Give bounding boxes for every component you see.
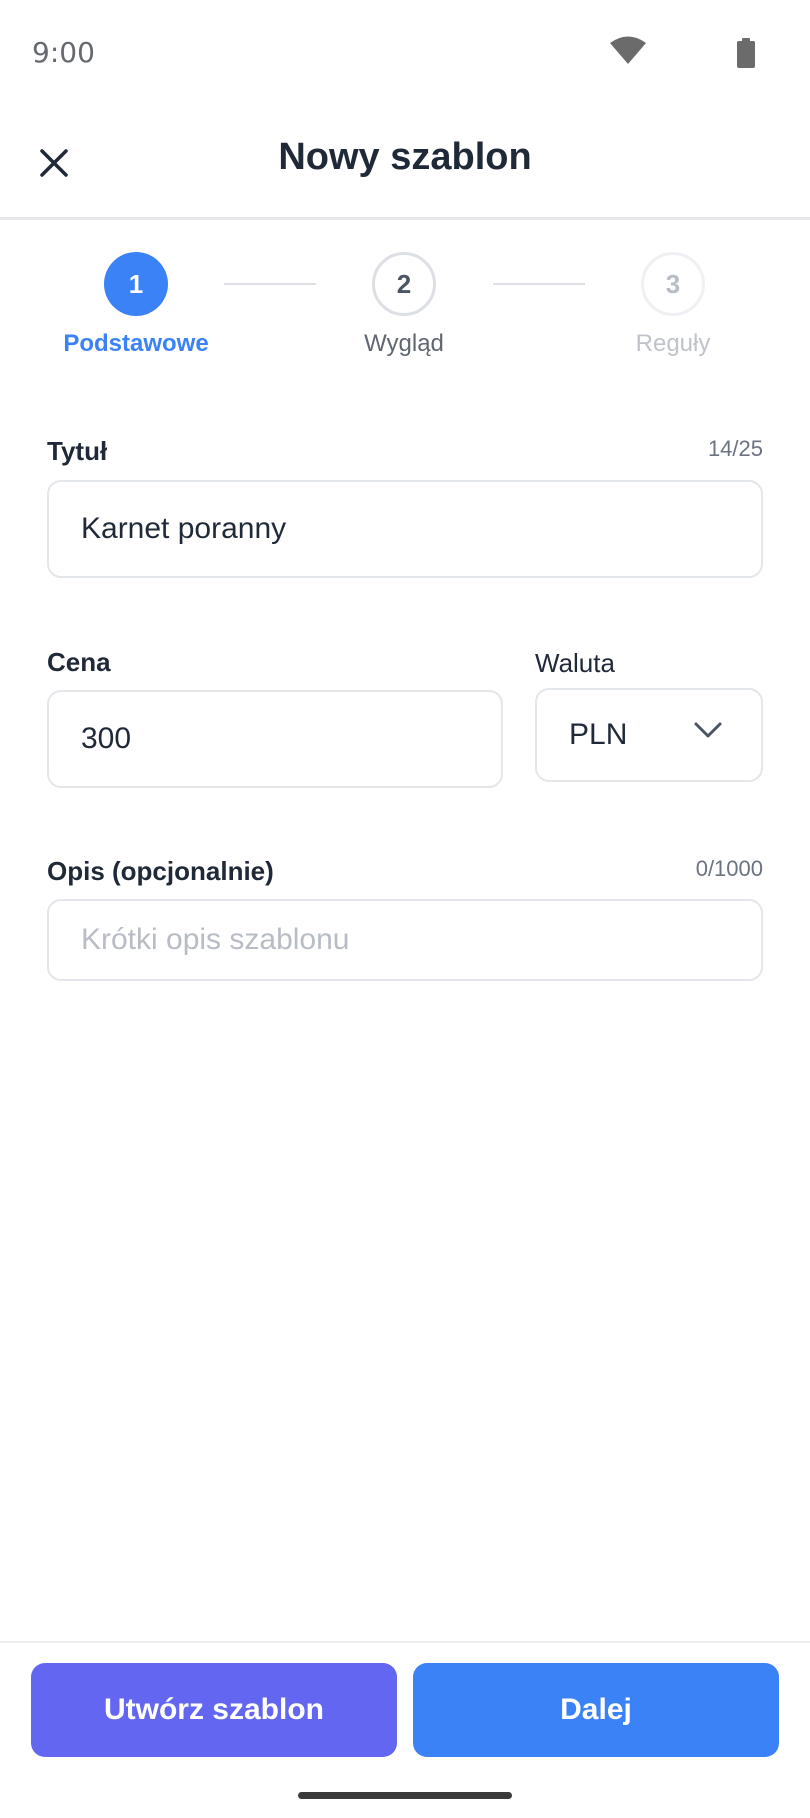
home-indicator[interactable] [298,1792,512,1799]
step-appearance[interactable]: 2 Wygląd [324,252,484,358]
step-basic[interactable]: 1 Podstawowe [56,252,216,358]
status-time: 9:00 [32,36,95,69]
price-input[interactable]: 300 [47,690,503,788]
currency-value: PLN [569,718,628,751]
header: Nowy szablon [0,104,810,220]
step-number: 3 [641,252,705,316]
description-label: Opis (opcjonalnie) [47,856,274,886]
price-label: Cena [47,647,111,677]
next-button[interactable]: Dalej [413,1663,779,1757]
title-counter: 14/25 [707,436,763,461]
title-label: Tytuł [47,436,108,466]
title-input-value: Karnet poranny [81,512,287,545]
description-placeholder: Krótki opis szablonu [81,923,350,956]
battery-icon [737,38,755,68]
description-counter: 0/1000 [695,856,763,881]
step-label: Wygląd [364,330,444,357]
step-connector [493,283,585,285]
step-label: Reguły [635,330,711,357]
step-label: Podstawowe [63,330,209,357]
stepper: 1 Podstawowe 2 Wygląd 3 Reguły [0,220,810,360]
currency-label: Waluta [535,648,615,678]
description-input[interactable]: Krótki opis szablonu [47,899,763,981]
currency-select[interactable]: PLN [535,688,763,782]
step-connector [224,283,316,285]
title-input[interactable]: Karnet poranny [47,480,763,578]
chevron-down-icon [694,722,722,738]
step-rules: 3 Reguły [593,252,753,358]
status-bar: 9:00 [0,0,810,104]
step-number: 2 [372,252,436,316]
step-number: 1 [104,252,168,316]
page-title: Nowy szablon [278,136,532,178]
price-input-value: 300 [81,722,132,755]
wifi-icon [610,36,646,64]
create-template-button[interactable]: Utwórz szablon [31,1663,397,1757]
